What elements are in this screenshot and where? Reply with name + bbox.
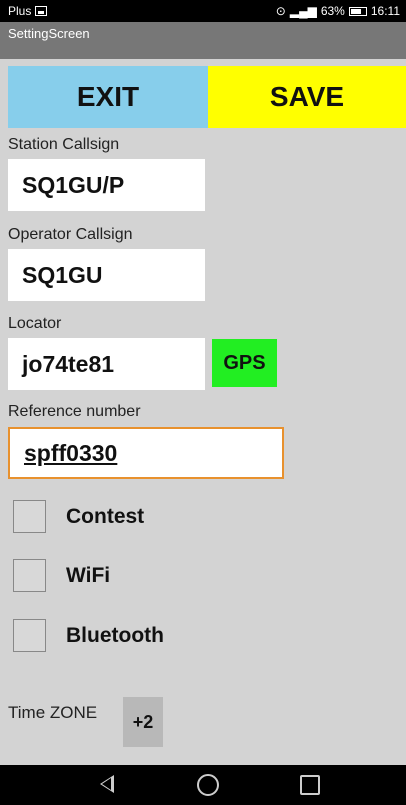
bluetooth-option[interactable]: Bluetooth xyxy=(13,619,164,652)
carrier-label: Plus xyxy=(8,4,32,18)
battery-percent: 63% xyxy=(320,4,345,18)
station-callsign-input[interactable]: SQ1GU/P xyxy=(8,159,205,211)
locator-input[interactable]: jo74te81 xyxy=(8,338,205,390)
battery-icon xyxy=(348,6,367,16)
save-button[interactable]: SAVE xyxy=(208,66,406,128)
bluetooth-checkbox[interactable] xyxy=(13,619,46,652)
wifi-option[interactable]: WiFi xyxy=(13,559,110,592)
home-icon[interactable] xyxy=(197,774,219,796)
app-title: SettingScreen xyxy=(8,26,90,41)
location-icon: ⊙ xyxy=(275,4,286,18)
image-icon xyxy=(35,6,48,16)
reference-number-label: Reference number xyxy=(8,403,141,420)
operator-callsign-label: Operator Callsign xyxy=(8,226,133,243)
contest-label: Contest xyxy=(66,504,145,528)
gps-button[interactable]: GPS xyxy=(212,339,277,387)
status-bar: Plus ⊙ ▂▄▆ 63% 16:11 xyxy=(0,0,406,22)
back-icon[interactable] xyxy=(100,775,114,793)
locator-label: Locator xyxy=(8,315,62,332)
station-callsign-value: SQ1GU/P xyxy=(22,171,125,198)
recent-apps-icon[interactable] xyxy=(300,775,320,795)
timezone-label: Time ZONE xyxy=(8,703,98,722)
contest-option[interactable]: Contest xyxy=(13,500,144,533)
operator-callsign-input[interactable]: SQ1GU xyxy=(8,249,205,301)
clock: 16:11 xyxy=(370,4,400,18)
reference-number-value: spff0330 xyxy=(24,439,118,466)
contest-checkbox[interactable] xyxy=(13,500,46,533)
exit-button[interactable]: EXIT xyxy=(8,66,208,128)
station-callsign-label: Station Callsign xyxy=(8,136,120,153)
reference-number-input[interactable]: spff0330 xyxy=(8,427,284,479)
signal-icon: ▂▄▆ xyxy=(289,4,317,18)
wifi-label: WiFi xyxy=(66,563,111,587)
app-title-bar: SettingScreen xyxy=(0,22,406,59)
timezone-selector[interactable]: +2 xyxy=(123,697,163,747)
bluetooth-label: Bluetooth xyxy=(66,623,164,647)
operator-callsign-value: SQ1GU xyxy=(22,261,103,288)
wifi-checkbox[interactable] xyxy=(13,559,46,592)
navigation-bar xyxy=(0,765,406,805)
locator-value: jo74te81 xyxy=(22,350,115,377)
